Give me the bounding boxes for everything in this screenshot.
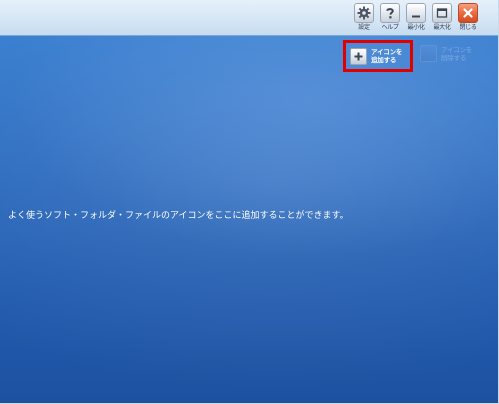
- minimize-label: 最小化: [407, 24, 425, 31]
- desktop-hint-message: よく使うソフト・フォルダ・ファイルのアイコンをここに追加することができます。: [8, 211, 349, 221]
- maximize-label: 最大化: [433, 24, 451, 31]
- add-icon-button-content: アイコンを 追加する: [350, 47, 403, 65]
- minimize-button[interactable]: 最小化: [405, 3, 427, 35]
- title-bar: 設定 ヘルプ 最小化 最大化 閉じる: [0, 0, 498, 36]
- delete-icon-label: アイコンを 削除する: [441, 45, 473, 62]
- add-icon-button[interactable]: アイコンを 追加する: [343, 40, 413, 72]
- close-label: 閉じる: [459, 24, 477, 31]
- window-controls: 設定 ヘルプ 最小化 最大化 閉じる: [353, 3, 479, 35]
- maximize-button[interactable]: 最大化: [431, 3, 453, 35]
- gear-icon: [354, 3, 374, 23]
- add-icon-label: アイコンを 追加する: [371, 48, 403, 64]
- plus-icon: [350, 47, 367, 65]
- delete-grid-icon: [420, 45, 437, 62]
- close-button[interactable]: 閉じる: [457, 3, 479, 35]
- maximize-icon: [432, 3, 452, 23]
- help-button[interactable]: ヘルプ: [379, 3, 401, 35]
- close-icon: [458, 3, 478, 23]
- settings-label: 設定: [358, 24, 370, 31]
- app-window: 設定 ヘルプ 最小化 最大化 閉じる アイコンを 追加する アイコンを 削除する…: [0, 0, 499, 404]
- help-label: ヘルプ: [381, 24, 399, 31]
- minimize-icon: [406, 3, 426, 23]
- settings-button[interactable]: 設定: [353, 3, 375, 35]
- help-icon: [380, 3, 400, 23]
- delete-icon-button[interactable]: アイコンを 削除する: [420, 45, 472, 62]
